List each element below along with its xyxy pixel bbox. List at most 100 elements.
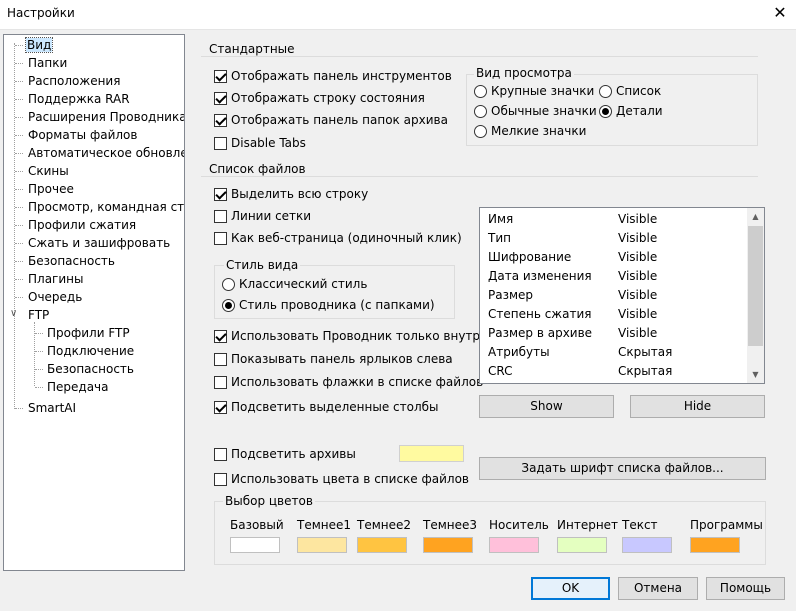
tree-item-ftp-transfer[interactable]: Передача — [47, 379, 109, 395]
highlight-columns-checkbox[interactable]: Подсветить выделенные столбы — [214, 399, 439, 415]
radio-dot[interactable] — [474, 84, 487, 98]
checkbox-box[interactable] — [214, 375, 227, 389]
show-statusbar-checkbox[interactable]: Отображать строку состояния — [214, 90, 425, 106]
show-folder-panel-checkbox[interactable]: Отображать панель папок архива — [214, 112, 448, 128]
checkbox-box[interactable] — [214, 69, 227, 83]
list-item[interactable]: Шифрование Visible — [488, 248, 748, 267]
radio-dot[interactable] — [599, 84, 612, 98]
tree-item-skins[interactable]: Скины — [28, 163, 69, 179]
tree-item-smartai[interactable]: SmartAI — [28, 400, 76, 416]
color-label-programs: Программы — [690, 518, 763, 532]
checkbox-box[interactable] — [214, 472, 227, 486]
tree-item-folders[interactable]: Папки — [28, 55, 67, 71]
details-radio[interactable]: Детали — [599, 103, 663, 119]
use-explorer-checkbox[interactable]: Использовать Проводник только внутри а — [214, 328, 499, 344]
checkbox-box[interactable] — [214, 329, 227, 343]
use-checkboxes-checkbox[interactable]: Использовать флажки в списке файлов — [214, 374, 483, 390]
checkbox-box[interactable] — [214, 231, 227, 245]
grid-lines-checkbox[interactable]: Линии сетки — [214, 208, 311, 224]
group-divider — [201, 56, 758, 57]
tree-item-plugins[interactable]: Плагины — [28, 271, 83, 287]
list-item[interactable]: Дата изменения Visible — [488, 267, 748, 286]
color-swatch-base[interactable] — [230, 537, 280, 553]
tree-item-locations[interactable]: Расположения — [28, 73, 120, 89]
radio-dot[interactable] — [474, 124, 487, 138]
radio-dot[interactable] — [222, 298, 235, 312]
scroll-down-icon[interactable]: ▼ — [747, 366, 764, 383]
set-font-button[interactable]: Задать шрифт списка файлов... — [479, 457, 766, 480]
tree-branch — [15, 117, 23, 118]
color-swatch-internet[interactable] — [557, 537, 607, 553]
list-item[interactable]: Тип Visible — [488, 229, 748, 248]
list-item[interactable]: Имя Visible — [488, 210, 748, 229]
tree-item-ftp-connection[interactable]: Подключение — [47, 343, 134, 359]
checkbox-box[interactable] — [214, 447, 227, 461]
tree-item-rar-support[interactable]: Поддержка RAR — [28, 91, 130, 107]
show-shortcuts-checkbox[interactable]: Показывать панель ярлыков слева — [214, 351, 453, 367]
color-swatch-programs[interactable] — [690, 537, 740, 553]
list-scrollbar[interactable]: ▲ ▼ — [747, 208, 764, 383]
tree-item-ftp[interactable]: FTP — [28, 307, 49, 323]
show-button[interactable]: Show — [479, 395, 614, 418]
tree-item-file-formats[interactable]: Форматы файлов — [28, 127, 137, 143]
scroll-thumb[interactable] — [748, 226, 763, 346]
checkbox-box[interactable] — [214, 136, 227, 150]
checkbox-box[interactable] — [214, 352, 227, 366]
tree-item-auto-update[interactable]: Автоматическое обновлени — [28, 145, 184, 161]
tree-item-ftp-security[interactable]: Безопасность — [47, 361, 134, 377]
radio-dot[interactable] — [599, 104, 612, 118]
tree-item-queue[interactable]: Очередь — [28, 289, 82, 305]
column-state: Visible — [618, 326, 658, 340]
tree-item-misc[interactable]: Прочее — [28, 181, 74, 197]
list-item[interactable]: Размер Visible — [488, 286, 748, 305]
tree-item-compress-encrypt[interactable]: Сжать и зашифровать — [28, 235, 170, 251]
columns-list[interactable]: Имя Visible Тип Visible Шифрование Visible … — [479, 207, 765, 384]
tree-item-viewer[interactable]: Просмотр, командная строк — [28, 199, 184, 215]
color-swatch-darker2[interactable] — [357, 537, 407, 553]
checkbox-box[interactable] — [214, 187, 227, 201]
tree-branch — [15, 99, 23, 100]
list-radio[interactable]: Список — [599, 83, 661, 99]
color-swatch-darker1[interactable] — [297, 537, 347, 553]
tree-item-explorer-ext[interactable]: Расширения Проводника — [28, 109, 184, 125]
column-state: Скрытая — [618, 364, 673, 378]
highlight-archives-checkbox[interactable]: Подсветить архивы — [214, 446, 356, 462]
show-toolbar-checkbox[interactable]: Отображать панель инструментов — [214, 68, 452, 84]
list-item[interactable]: Размер в архиве Visible — [488, 324, 748, 343]
checkbox-label: Как веб-страница (одиночный клик) — [231, 231, 462, 245]
large-icons-radio[interactable]: Крупные значки — [474, 83, 594, 99]
help-button[interactable]: Помощь — [706, 577, 785, 600]
normal-icons-radio[interactable]: Обычные значки — [474, 103, 597, 119]
checkbox-box[interactable] — [214, 400, 227, 414]
list-item[interactable]: Степень сжатия Visible — [488, 305, 748, 324]
radio-dot[interactable] — [474, 104, 487, 118]
list-item[interactable]: Атрибуты Скрытая — [488, 343, 748, 362]
tree-item-ftp-profiles[interactable]: Профили FTP — [47, 325, 130, 341]
use-colors-checkbox[interactable]: Использовать цвета в списке файлов — [214, 471, 469, 487]
checkbox-box[interactable] — [214, 113, 227, 127]
close-icon[interactable]: ✕ — [770, 3, 790, 23]
tree-branch — [15, 408, 23, 409]
select-full-row-checkbox[interactable]: Выделить всю строку — [214, 186, 368, 202]
explorer-style-radio[interactable]: Стиль проводника (с папками) — [222, 297, 435, 313]
small-icons-radio[interactable]: Мелкие значки — [474, 123, 586, 139]
chevron-down-icon[interactable]: ∨ — [10, 309, 17, 319]
tree-item-view[interactable]: Вид — [24, 37, 54, 53]
scroll-up-icon[interactable]: ▲ — [747, 208, 764, 225]
checkbox-box[interactable] — [214, 209, 227, 223]
radio-dot[interactable] — [222, 277, 235, 291]
color-swatch-media[interactable] — [489, 537, 539, 553]
tree-item-compression-profiles[interactable]: Профили сжатия — [28, 217, 136, 233]
archive-color-swatch[interactable] — [399, 445, 464, 462]
classic-style-radio[interactable]: Классический стиль — [222, 276, 367, 292]
tree-item-security[interactable]: Безопасность — [28, 253, 115, 269]
hide-button[interactable]: Hide — [630, 395, 765, 418]
disable-tabs-checkbox[interactable]: Disable Tabs — [214, 135, 306, 151]
ok-button[interactable]: OK — [531, 577, 610, 600]
checkbox-box[interactable] — [214, 91, 227, 105]
color-swatch-darker3[interactable] — [423, 537, 473, 553]
web-page-checkbox[interactable]: Как веб-страница (одиночный клик) — [214, 230, 462, 246]
cancel-button[interactable]: Отмена — [618, 577, 698, 600]
list-item[interactable]: CRC Скрытая — [488, 362, 748, 381]
color-swatch-text[interactable] — [622, 537, 672, 553]
